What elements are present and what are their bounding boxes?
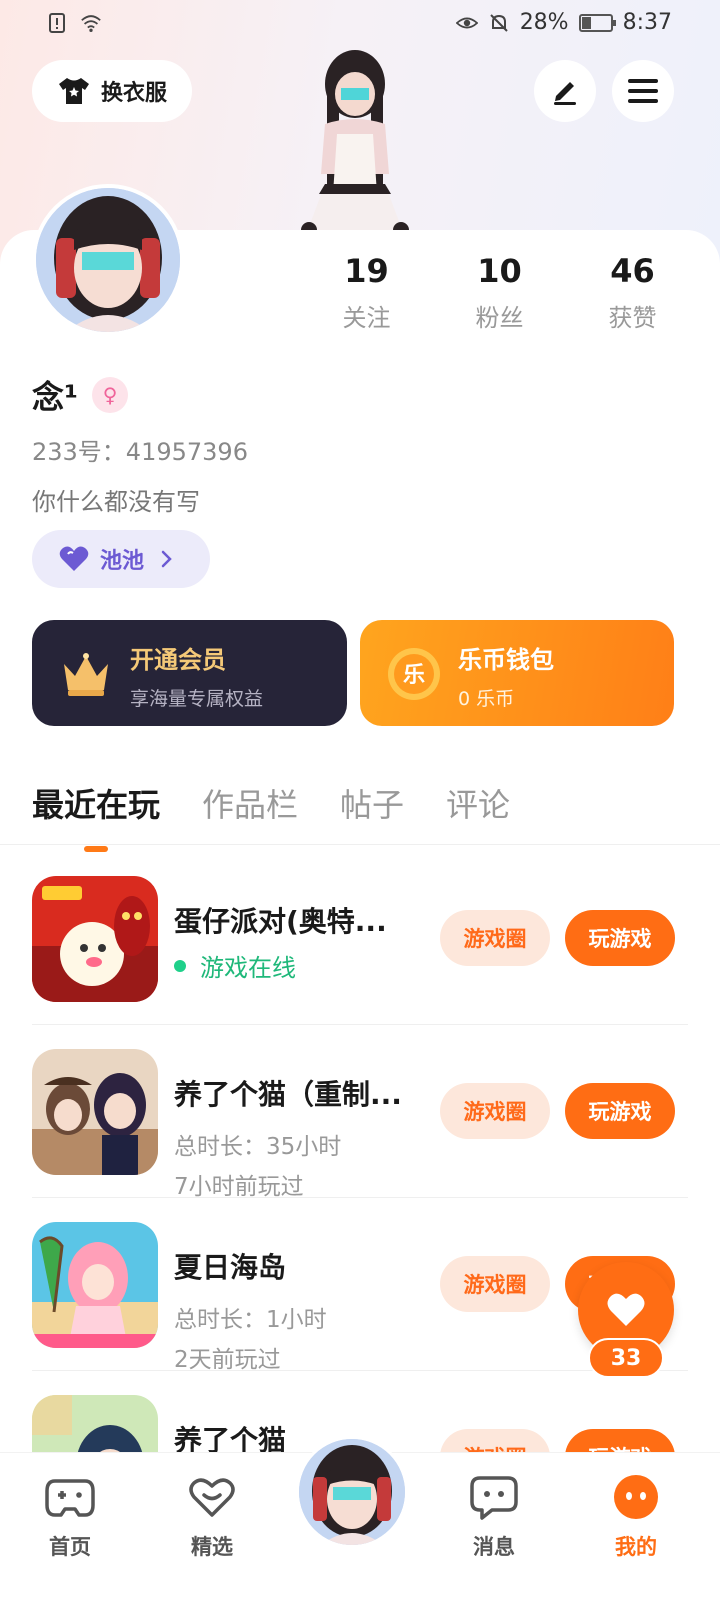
play-game-button[interactable]: 玩游戏 xyxy=(565,910,675,966)
change-outfit-button[interactable]: 换衣服 xyxy=(32,60,192,122)
nav-home-label: 首页 xyxy=(49,1535,91,1559)
battery-percent: 28% xyxy=(519,10,569,35)
nav-home[interactable]: 首页 xyxy=(20,1471,120,1561)
status-right: 28% 8:37 xyxy=(455,10,672,35)
message-bubble-icon xyxy=(470,1476,518,1520)
user-name: 念¹ xyxy=(32,378,79,416)
wallet-card[interactable]: 乐 乐币钱包 0 乐币 xyxy=(360,620,674,726)
profile-stats: 19 关注 10 粉丝 46 获赞 xyxy=(300,252,700,333)
clock: 8:37 xyxy=(622,10,672,35)
nav-center-avatar[interactable] xyxy=(296,1436,408,1548)
nav-featured[interactable]: 精选 xyxy=(162,1471,262,1561)
followers-count: 10 xyxy=(477,252,522,290)
game-icon-eggy-party xyxy=(32,876,158,1002)
game-row[interactable]: 养了个猫（重制... 总时长：35小时 7小时前玩过 游戏圈 玩游戏 xyxy=(0,1025,720,1200)
coin-char: 乐 xyxy=(403,663,425,688)
wallet-title: 乐币钱包 xyxy=(458,646,554,674)
game-last-played: 7小时前玩过 xyxy=(174,1174,304,1200)
heart-outline-icon xyxy=(189,1478,235,1517)
game-circle-button[interactable]: 游戏圈 xyxy=(440,1256,550,1312)
avatar-portrait-small xyxy=(299,1439,405,1545)
heart-pool-icon xyxy=(59,546,89,571)
avatar-portrait xyxy=(36,188,180,332)
vip-title: 开通会员 xyxy=(130,646,226,674)
game-last-played: 2天前玩过 xyxy=(174,1347,281,1373)
game-circle-button[interactable]: 游戏圈 xyxy=(440,910,550,966)
stat-likes[interactable]: 46 获赞 xyxy=(566,252,699,333)
tab-posts[interactable]: 帖子 xyxy=(340,780,404,826)
change-outfit-label: 换衣服 xyxy=(100,81,167,106)
game-playtime: 总时长：1小时 xyxy=(174,1307,327,1333)
stat-followers[interactable]: 10 粉丝 xyxy=(433,252,566,333)
avatar-3d-figure xyxy=(301,50,409,238)
game-row[interactable]: 蛋仔派对(奥特... 游戏在线 游戏圈 玩游戏 xyxy=(0,852,720,1025)
tab-divider xyxy=(0,844,720,845)
female-gender-icon: ♀ xyxy=(92,377,129,413)
play-game-button[interactable]: 玩游戏 xyxy=(565,1083,675,1139)
chevron-right-icon xyxy=(161,550,172,568)
sim-alert-icon xyxy=(49,13,65,33)
name-row: 念¹ ♀ xyxy=(32,372,129,418)
game-name: 夏日海岛 xyxy=(174,1251,287,1284)
vip-subtitle: 享海量专属权益 xyxy=(130,688,264,710)
nav-mine-label: 我的 xyxy=(615,1535,657,1559)
following-label: 关注 xyxy=(342,304,391,332)
game-name: 蛋仔派对(奥特... xyxy=(174,905,387,938)
online-dot-icon xyxy=(174,959,186,972)
tab-recently-played[interactable]: 最近在玩 xyxy=(32,780,160,852)
following-count: 19 xyxy=(344,252,389,290)
crown-icon xyxy=(64,653,108,696)
likes-count: 46 xyxy=(610,252,655,290)
game-name: 养了个猫（重制... xyxy=(174,1078,402,1111)
pool-tag-button[interactable]: 池池 xyxy=(32,530,210,588)
nav-messages[interactable]: 消息 xyxy=(444,1471,544,1561)
nav-mine[interactable]: 我的 xyxy=(586,1471,686,1561)
game-circle-button[interactable]: 游戏圈 xyxy=(440,1083,550,1139)
hamburger-menu-icon xyxy=(628,79,658,103)
stat-following[interactable]: 19 关注 xyxy=(300,252,433,333)
likes-label: 获赞 xyxy=(608,304,657,332)
game-online-status: 游戏在线 xyxy=(174,948,296,983)
battery-icon xyxy=(578,13,616,32)
nav-messages-label: 消息 xyxy=(473,1535,515,1559)
game-icon-summer-island xyxy=(32,1222,158,1348)
user-id: 233号：41957396 xyxy=(32,438,248,466)
coin-icon: 乐 xyxy=(388,648,440,700)
tab-comments[interactable]: 评论 xyxy=(446,780,510,826)
followers-label: 粉丝 xyxy=(475,304,524,332)
edit-profile-button[interactable] xyxy=(534,60,596,122)
game-playtime: 总时长：35小时 xyxy=(174,1134,342,1160)
profile-tabs: 最近在玩 作品栏 帖子 评论 xyxy=(32,780,510,852)
gamepad-icon xyxy=(45,1479,95,1517)
pool-tag-label: 池池 xyxy=(100,549,145,574)
tab-works[interactable]: 作品栏 xyxy=(202,780,298,826)
wifi-icon xyxy=(81,15,101,32)
like-count-badge: 33 xyxy=(588,1338,664,1378)
status-bar: 28% 8:37 xyxy=(0,0,720,48)
eye-icon xyxy=(455,17,478,28)
tshirt-icon xyxy=(58,78,89,104)
nav-featured-label: 精选 xyxy=(191,1535,233,1559)
profile-face-icon xyxy=(614,1475,658,1519)
game-icon-cat-remake xyxy=(32,1049,158,1175)
heart-icon xyxy=(607,1293,645,1326)
wallet-balance: 0 乐币 xyxy=(458,688,515,710)
vip-membership-card[interactable]: 开通会员 享海量专属权益 xyxy=(32,620,347,726)
game-online-label: 游戏在线 xyxy=(200,954,296,982)
pencil-icon xyxy=(554,82,576,105)
status-left xyxy=(46,12,102,34)
user-bio: 你什么都没有写 xyxy=(32,488,200,516)
mute-bell-icon xyxy=(489,13,508,32)
menu-button[interactable] xyxy=(612,60,674,122)
avatar[interactable] xyxy=(32,184,184,336)
